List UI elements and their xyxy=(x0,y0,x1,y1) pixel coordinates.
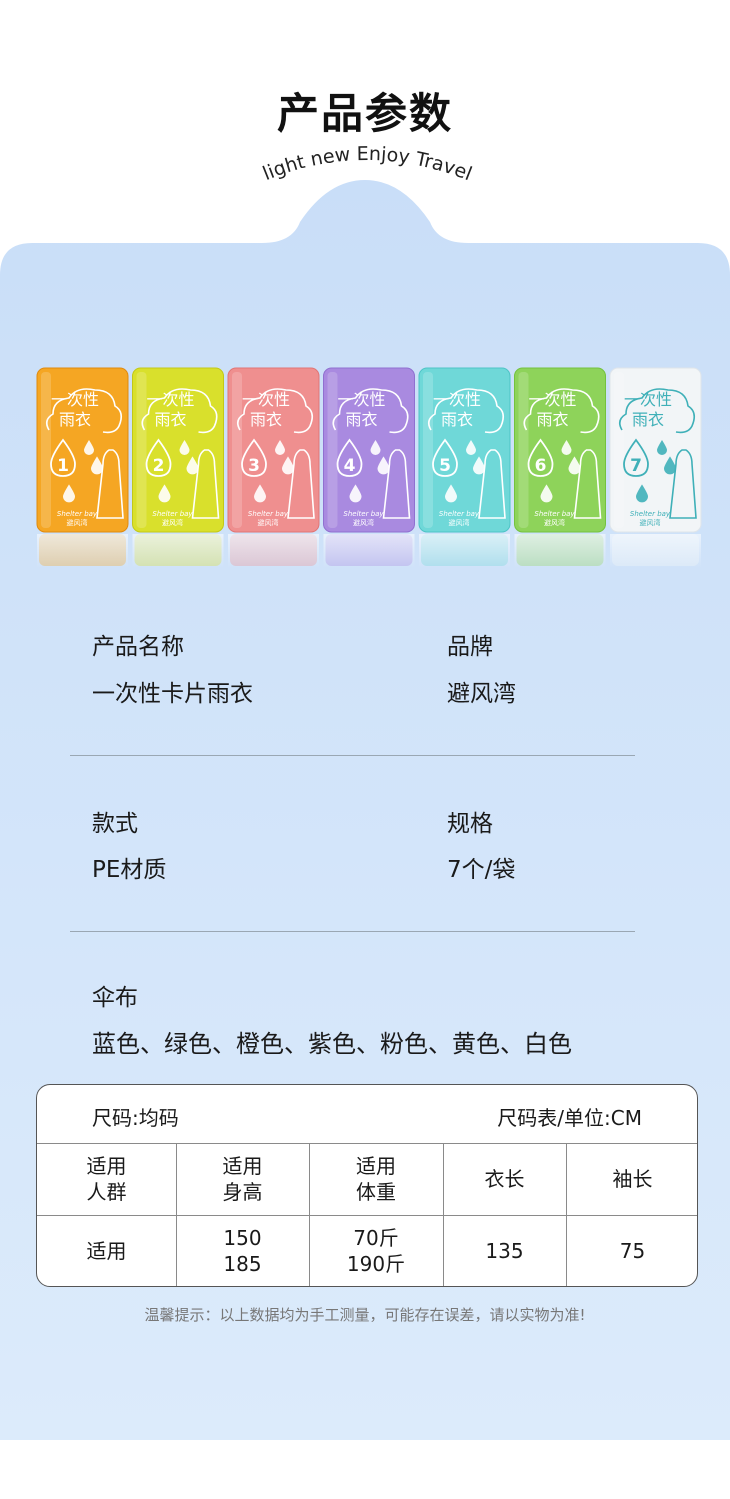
data-cell: 150 185 xyxy=(223,1226,262,1276)
pack-brand-cn: 避风湾 xyxy=(544,518,565,527)
pack-title-line2: 雨衣 xyxy=(250,410,282,429)
pack-sheen xyxy=(327,372,338,528)
header-cell: 衣长 xyxy=(484,1167,525,1191)
pack-title-line2: 雨衣 xyxy=(441,410,473,429)
pack-reflection-fade xyxy=(419,534,510,568)
divider xyxy=(70,755,635,756)
pack-brand-cn: 避风湾 xyxy=(640,518,661,527)
warm-tip: 温馨提示：以上数据均为手工测量，可能存在误差，请以实物为准! xyxy=(144,1306,586,1324)
pack-brand-cn: 避风湾 xyxy=(353,518,374,527)
pack-title-line2: 雨衣 xyxy=(537,410,569,429)
data-cell: 135 xyxy=(485,1239,524,1263)
size-table-grid: 适用 人群 适用 身高 适用 体重 衣长 袖长 适用 150 185 70斤 1… xyxy=(37,1143,697,1286)
product-packs: 一次性 雨衣 1 Shelter bay 避风湾 一次性 雨衣 2 Shelter bay 避风湾… xyxy=(0,360,730,580)
spec-value: 7个/袋 xyxy=(447,857,516,883)
fabric-label: 伞布 xyxy=(92,985,138,1011)
data-cell: 70斤 190斤 xyxy=(346,1226,406,1276)
pack-number: 3 xyxy=(248,456,260,476)
raincoat-pack-5: 一次性雨衣 5 Shelter bay避风湾 xyxy=(418,367,511,568)
header-cell: 适用 人群 xyxy=(86,1154,127,1204)
pack-number: 1 xyxy=(57,456,69,476)
raincoat-pack-3: 一次性雨衣 3 Shelter bay避风湾 xyxy=(227,367,320,568)
pack-brand-en: Shelter bay xyxy=(343,510,384,518)
pack-number: 7 xyxy=(630,456,642,476)
pack-brand-cn: 避风湾 xyxy=(258,518,279,527)
pack-brand-en: Shelter bay xyxy=(57,510,98,518)
pack-brand-cn: 避风湾 xyxy=(67,518,88,527)
pack-title-line1: 一次性 xyxy=(529,390,577,409)
data-cell: 75 xyxy=(619,1239,646,1263)
page-subtitle: light new Enjoy Travel xyxy=(260,143,475,185)
raincoat-pack-4: 一次性雨衣 4 Shelter bay避风湾 xyxy=(323,367,415,568)
size-table: 尺码:均码 尺码表/单位:CM 适用 人群 适用 身高 适用 体重 衣长 袖长 … xyxy=(36,1084,698,1287)
pack-brand-en: Shelter bay xyxy=(534,510,575,518)
pack-reflection-fade xyxy=(132,534,224,568)
size-table-header: 尺码:均码 尺码表/单位:CM xyxy=(37,1085,697,1144)
pack-title-line2: 雨衣 xyxy=(632,410,664,429)
pack-sheen xyxy=(232,372,242,528)
pack-brand-en: Shelter bay xyxy=(248,510,289,518)
pack-sheen xyxy=(518,372,529,528)
data-cell: 适用 xyxy=(86,1239,127,1263)
style-value: PE材质 xyxy=(92,857,167,883)
page-title: 产品参数 xyxy=(276,89,453,138)
brand-value: 避风湾 xyxy=(447,681,516,707)
pack-title-line1: 一次性 xyxy=(147,390,195,409)
pack-reflection-fade xyxy=(37,534,128,568)
product-name-label: 产品名称 xyxy=(92,634,184,660)
pack-title-line1: 一次性 xyxy=(624,390,672,409)
pack-reflection-fade xyxy=(323,534,415,568)
subtitle-arc: light new Enjoy Travel xyxy=(260,143,475,185)
packs-svg: 一次性雨衣1Shelter bay避风湾一次性雨衣2Shelter bay避风湾… xyxy=(36,367,702,568)
pack-brand-en: Shelter bay xyxy=(630,510,671,518)
pack-reflection-fade xyxy=(610,534,701,568)
pack-title-line1: 一次性 xyxy=(242,390,290,409)
pack-number: 4 xyxy=(344,456,356,476)
pack-sheen xyxy=(423,372,433,528)
spec-label: 规格 xyxy=(447,811,493,837)
pack-reflection-fade xyxy=(514,534,606,568)
pack-title-line1: 一次性 xyxy=(51,390,99,409)
pack-title-line1: 一次性 xyxy=(338,390,386,409)
header-cell: 适用 身高 xyxy=(222,1154,263,1204)
pack-reflection-fade xyxy=(228,534,319,568)
pack-number: 5 xyxy=(439,456,451,476)
raincoat-pack-1: 一次性雨衣 1 Shelter bay避风湾 xyxy=(36,367,129,568)
pack-sheen xyxy=(41,372,51,528)
brand-label: 品牌 xyxy=(447,634,493,660)
product-name-value: 一次性卡片雨衣 xyxy=(92,681,253,707)
divider xyxy=(70,931,635,932)
raincoat-pack-6: 一次性雨衣 6 Shelter bay避风湾 xyxy=(514,367,606,568)
pack-brand-en: Shelter bay xyxy=(439,510,480,518)
pack-brand-cn: 避风湾 xyxy=(449,518,470,527)
pack-brand-en: Shelter bay xyxy=(152,510,193,518)
size-table-unit: 尺码表/单位:CM xyxy=(497,1106,642,1130)
pack-title-line2: 雨衣 xyxy=(59,410,91,429)
fabric-value: 蓝色、绿色、橙色、紫色、粉色、黄色、白色 xyxy=(92,1030,572,1058)
style-label: 款式 xyxy=(92,811,138,837)
raincoat-pack-2: 一次性雨衣 2 Shelter bay避风湾 xyxy=(132,367,224,568)
pack-title-line2: 雨衣 xyxy=(346,410,378,429)
header-cell: 袖长 xyxy=(612,1167,653,1191)
size-table-title: 尺码:均码 xyxy=(92,1106,179,1130)
pack-title-line2: 雨衣 xyxy=(155,410,187,429)
raincoat-pack-7: 一次性雨衣 7 Shelter bay避风湾 xyxy=(609,367,702,568)
page: 产品参数 light new Enjoy Travel 一次性 雨衣 1 Shelte… xyxy=(0,0,730,1499)
pack-number: 6 xyxy=(535,456,547,476)
header-cell: 适用 体重 xyxy=(356,1154,396,1204)
pack-title-line1: 一次性 xyxy=(433,390,481,409)
pack-sheen xyxy=(614,372,624,528)
pack-brand-cn: 避风湾 xyxy=(162,518,183,527)
pack-sheen xyxy=(136,372,147,528)
pack-number: 2 xyxy=(153,456,165,476)
